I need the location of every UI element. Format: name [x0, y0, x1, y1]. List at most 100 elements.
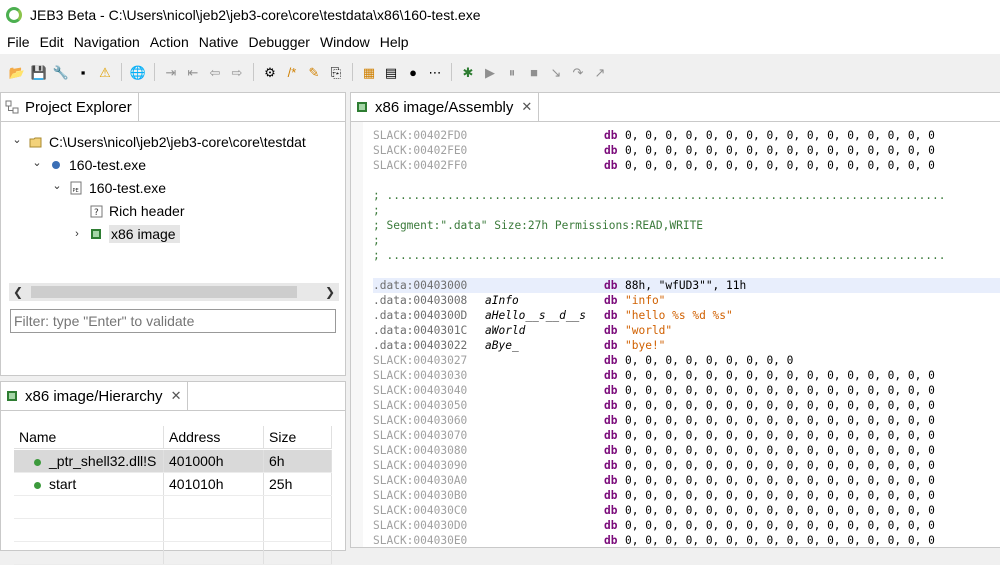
asm-mnemonic[interactable]: db [604, 383, 617, 398]
tab-hierarchy[interactable]: x86 image/Hierarchy ✕ [1, 382, 189, 410]
asm-operands[interactable]: 0, 0, 0, 0, 0, 0, 0, 0, 0, 0, 0, 0, 0, 0… [625, 488, 935, 503]
asm-address[interactable]: SLACK:004030C0 [373, 503, 467, 518]
table-row[interactable]: start 401010h 25h [14, 473, 332, 496]
tab-assembly[interactable]: x86 image/Assembly ✕ [351, 93, 540, 121]
asm-line[interactable]: .data:00403008 aInfo db "info" [373, 293, 1000, 308]
asm-mnemonic[interactable]: db [604, 158, 617, 173]
asm-operands[interactable]: 0, 0, 0, 0, 0, 0, 0, 0, 0, 0, 0, 0, 0, 0… [625, 458, 935, 473]
asm-mnemonic[interactable]: db [604, 278, 617, 293]
asm-line[interactable]: ; ......................................… [373, 248, 1000, 263]
comment-icon[interactable]: /* [283, 63, 301, 81]
asm-line[interactable]: SLACK:00403050 db 0, 0, 0, 0, 0, 0, 0, 0, … [373, 398, 1000, 413]
chevron-down-icon[interactable]: ⌄ [31, 156, 43, 169]
column-header-size[interactable]: Size [264, 426, 332, 448]
asm-mnemonic[interactable]: db [604, 128, 617, 143]
asm-operands[interactable]: "info" [625, 293, 665, 308]
asm-mnemonic[interactable]: db [604, 533, 617, 548]
asm-mnemonic[interactable]: db [604, 473, 617, 488]
asm-address[interactable]: .data:00403000 [373, 278, 467, 293]
asm-line[interactable]: SLACK:00403040 db 0, 0, 0, 0, 0, 0, 0, 0, … [373, 383, 1000, 398]
menu-file[interactable]: File [2, 30, 35, 54]
asm-line[interactable]: SLACK:00403030 db 0, 0, 0, 0, 0, 0, 0, 0, … [373, 368, 1000, 383]
close-icon[interactable]: ✕ [171, 388, 182, 404]
close-icon[interactable]: ✕ [521, 99, 532, 115]
export-icon[interactable]: ⇤ [184, 63, 202, 81]
run-icon[interactable]: ▶ [481, 63, 499, 81]
asm-mnemonic[interactable]: db [604, 488, 617, 503]
asm-address[interactable]: SLACK:00402FD0 [373, 128, 467, 143]
asm-line[interactable]: ; Segment:".data" Size:27h Permissions:R… [373, 218, 1000, 233]
asm-line[interactable]: SLACK:004030A0 db 0, 0, 0, 0, 0, 0, 0, 0, … [373, 473, 1000, 488]
asm-line[interactable]: SLACK:00402FD0 db 0, 0, 0, 0, 0, 0, 0, 0, … [373, 128, 1000, 143]
chevron-right-icon[interactable]: › [71, 228, 83, 240]
asm-mnemonic[interactable]: db [604, 368, 617, 383]
asm-mnemonic[interactable]: db [604, 293, 617, 308]
asm-line[interactable]: SLACK:004030D0 db 0, 0, 0, 0, 0, 0, 0, 0, … [373, 518, 1000, 533]
asm-address[interactable]: .data:0040301C [373, 323, 467, 338]
asm-address[interactable]: SLACK:00403040 [373, 383, 467, 398]
asm-mnemonic[interactable]: db [604, 323, 617, 338]
asm-mnemonic[interactable]: db [604, 398, 617, 413]
asm-address[interactable]: .data:0040300D [373, 308, 467, 323]
asm-line[interactable]: .data:0040300D aHello__s__d__s db "hello %s… [373, 308, 1000, 323]
asm-line[interactable]: SLACK:004030E0 db 0, 0, 0, 0, 0, 0, 0, 0, … [373, 533, 1000, 548]
step-out-icon[interactable]: ↗ [591, 63, 609, 81]
asm-operands[interactable]: "hello %s %d %s" [625, 308, 733, 323]
asm-address[interactable]: SLACK:00403060 [373, 413, 467, 428]
asm-address[interactable]: SLACK:00403027 [373, 353, 467, 368]
asm-operands[interactable]: 0, 0, 0, 0, 0, 0, 0, 0, 0, 0, 0, 0, 0, 0… [625, 428, 935, 443]
globe-icon[interactable]: 🌐 [129, 63, 147, 81]
asm-address[interactable]: .data:00403008 [373, 293, 467, 308]
asm-blank-line[interactable] [373, 173, 1000, 188]
asm-mnemonic[interactable]: db [604, 353, 617, 368]
asm-line[interactable]: SLACK:004030B0 db 0, 0, 0, 0, 0, 0, 0, 0, … [373, 488, 1000, 503]
step-into-icon[interactable]: ↘ [547, 63, 565, 81]
asm-line[interactable]: ; [373, 203, 1000, 218]
asm-mnemonic[interactable]: db [604, 308, 617, 323]
chevron-down-icon[interactable]: ⌄ [51, 179, 63, 192]
cluster-icon[interactable]: ● [404, 63, 422, 81]
wrench-icon[interactable]: 🔧 [52, 63, 70, 81]
asm-address[interactable]: SLACK:004030D0 [373, 518, 467, 533]
open-icon[interactable]: 📂 [8, 63, 26, 81]
asm-operands[interactable]: "world" [625, 323, 672, 338]
tree-item[interactable]: ⌄ C:\Users\nicol\jeb2\jeb3-core\core\test… [11, 131, 305, 153]
debug-icon[interactable]: ✱ [459, 63, 477, 81]
stop-icon[interactable]: ■ [525, 63, 543, 81]
scrollbar-thumb[interactable] [31, 286, 297, 298]
asm-operands[interactable]: 0, 0, 0, 0, 0, 0, 0, 0, 0, 0, 0, 0, 0, 0… [625, 533, 935, 548]
asm-mnemonic[interactable]: db [604, 503, 617, 518]
structure-icon[interactable]: ▦ [360, 63, 378, 81]
asm-address[interactable]: SLACK:00403030 [373, 368, 467, 383]
column-header-address[interactable]: Address [164, 426, 264, 448]
asm-mnemonic[interactable]: db [604, 458, 617, 473]
menu-debugger[interactable]: Debugger [243, 30, 315, 54]
asm-line[interactable]: SLACK:004030C0 db 0, 0, 0, 0, 0, 0, 0, 0, … [373, 503, 1000, 518]
asm-line[interactable]: SLACK:00403060 db 0, 0, 0, 0, 0, 0, 0, 0, … [373, 413, 1000, 428]
asm-operands[interactable]: 0, 0, 0, 0, 0, 0, 0, 0, 0, 0, 0, 0, 0, 0… [625, 368, 935, 383]
rename-icon[interactable]: ✎ [305, 63, 323, 81]
asm-operands[interactable]: 0, 0, 0, 0, 0, 0, 0, 0, 0, 0, 0, 0, 0, 0… [625, 518, 935, 533]
asm-line[interactable]: SLACK:00403027 db 0, 0, 0, 0, 0, 0, 0, 0, … [373, 353, 1000, 368]
asm-label[interactable]: aBye_ [485, 338, 519, 353]
asm-mnemonic[interactable]: db [604, 443, 617, 458]
scroll-right-icon[interactable]: ❯ [321, 283, 339, 301]
chevron-down-icon[interactable]: ⌄ [11, 133, 23, 146]
pause-icon[interactable]: ⏸ [503, 63, 521, 81]
asm-mnemonic[interactable]: db [604, 428, 617, 443]
tab-project-explorer[interactable]: Project Explorer [1, 93, 139, 121]
forward-icon[interactable]: ⇨ [228, 63, 246, 81]
menu-action[interactable]: Action [145, 30, 194, 54]
asm-operands[interactable]: "bye!" [625, 338, 665, 353]
tree-item[interactable]: › x86 image [71, 223, 180, 245]
asm-address[interactable]: SLACK:004030B0 [373, 488, 467, 503]
asm-mnemonic[interactable]: db [604, 413, 617, 428]
asm-label[interactable]: aWorld [485, 323, 525, 338]
asm-operands[interactable]: 0, 0, 0, 0, 0, 0, 0, 0, 0 [625, 353, 793, 368]
menu-help[interactable]: Help [375, 30, 414, 54]
back-icon[interactable]: ⇦ [206, 63, 224, 81]
menu-navigation[interactable]: Navigation [69, 30, 145, 54]
asm-mnemonic[interactable]: db [604, 143, 617, 158]
asm-mnemonic[interactable]: db [604, 338, 617, 353]
asm-mnemonic[interactable]: db [604, 518, 617, 533]
